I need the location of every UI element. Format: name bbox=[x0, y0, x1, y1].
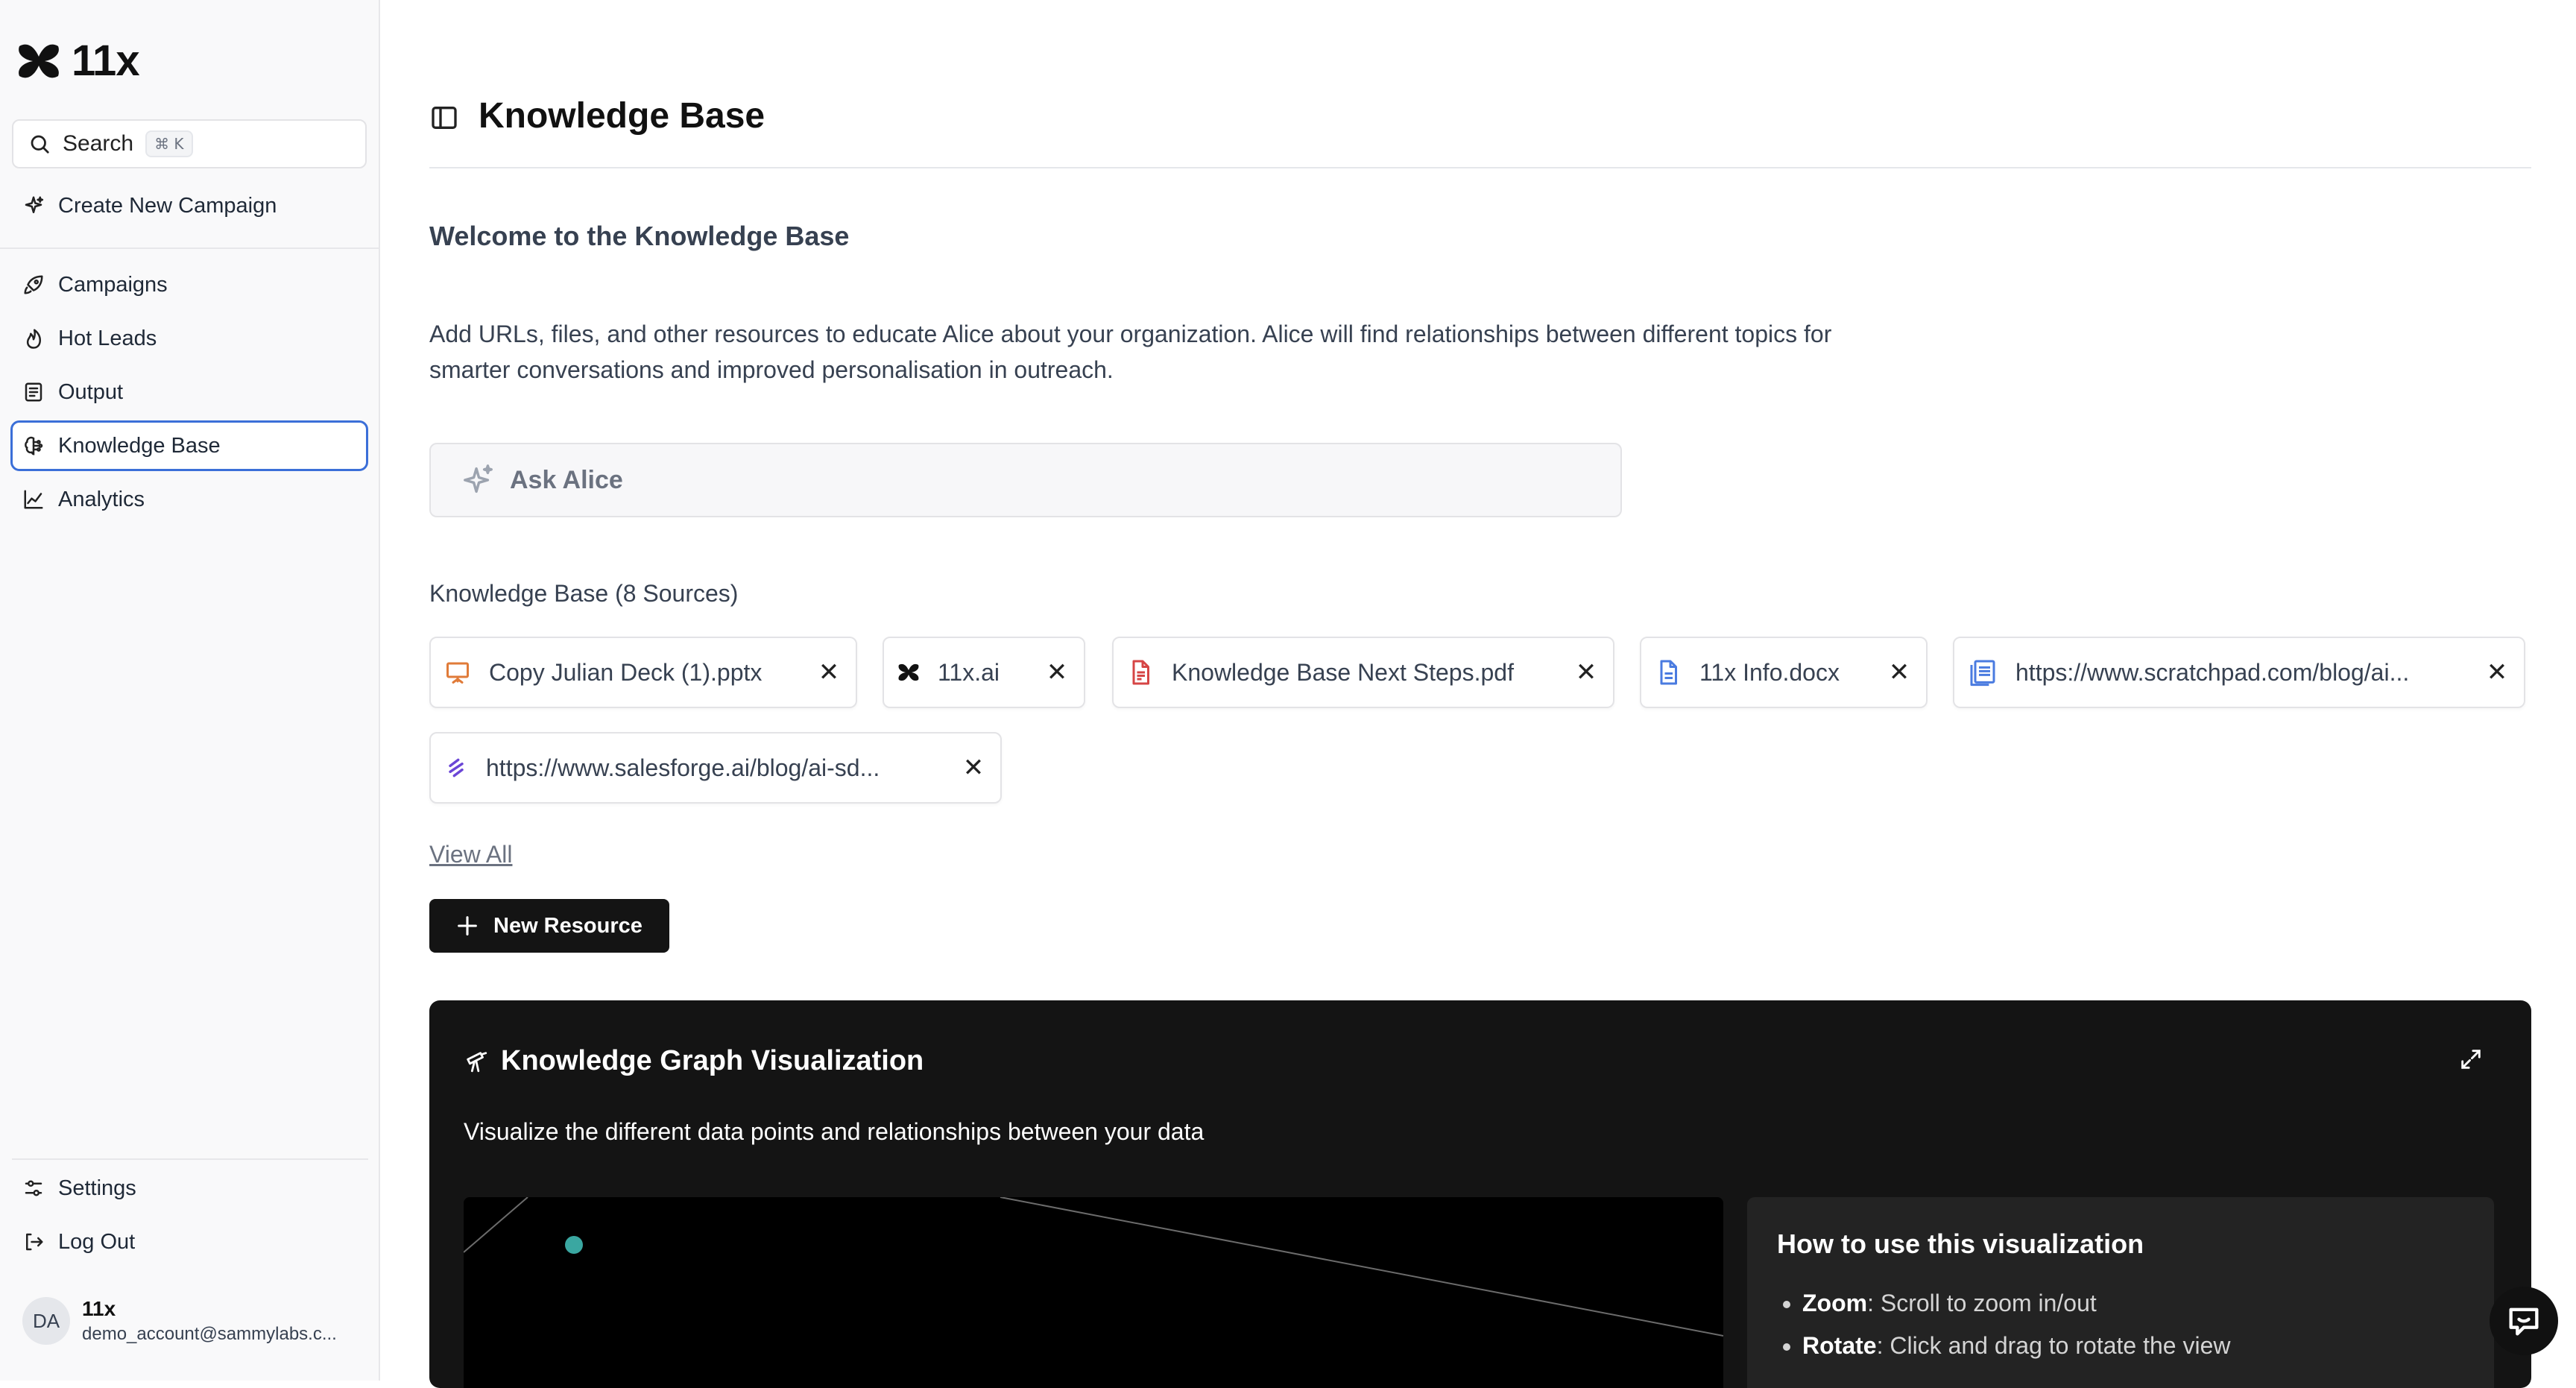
search-label: Search bbox=[63, 131, 134, 156]
howto-title: How to use this visualization bbox=[1777, 1228, 2144, 1259]
source-chip[interactable]: Knowledge Base Next Steps.pdf ✕ bbox=[1112, 637, 1614, 708]
sidebar-item-analytics[interactable]: Analytics bbox=[10, 474, 368, 525]
tip-text: : Click and drag to rotate the view bbox=[1876, 1332, 2231, 1359]
sparkle-icon bbox=[22, 195, 45, 217]
user-profile[interactable]: DA 11x demo_account@sammylabs.c... bbox=[22, 1297, 337, 1345]
avatar: DA bbox=[22, 1297, 70, 1345]
telescope-icon bbox=[464, 1049, 489, 1074]
settings-button[interactable]: Settings bbox=[10, 1163, 368, 1214]
source-chip[interactable]: 11x Info.docx ✕ bbox=[1640, 637, 1928, 708]
tip-term: Zoom bbox=[1802, 1290, 1868, 1316]
search-shortcut: ⌘ K bbox=[145, 130, 193, 157]
ask-alice-placeholder: Ask Alice bbox=[510, 465, 623, 494]
graph-header: Knowledge Graph Visualization bbox=[464, 1045, 924, 1077]
brain-icon bbox=[22, 435, 45, 457]
chart-icon bbox=[22, 488, 45, 511]
tip-text: : Scroll to zoom in/out bbox=[1867, 1290, 2097, 1316]
close-icon[interactable]: ✕ bbox=[1571, 660, 1601, 685]
pdf-icon bbox=[1127, 659, 1154, 686]
page-header: Knowledge Base bbox=[429, 89, 2531, 168]
graph-canvas[interactable] bbox=[464, 1197, 1723, 1388]
source-chip-label: Copy Julian Deck (1).pptx bbox=[489, 658, 763, 686]
expand-icon[interactable] bbox=[2458, 1047, 2484, 1072]
logout-label: Log Out bbox=[58, 1229, 136, 1254]
sidebar: 11x Search ⌘ K Create New Campaign Campa… bbox=[0, 0, 380, 1381]
sidebar-item-label: Analytics bbox=[58, 487, 145, 511]
search-input[interactable]: Search ⌘ K bbox=[12, 119, 367, 168]
close-icon[interactable]: ✕ bbox=[959, 755, 988, 780]
sidebar-item-hot-leads[interactable]: Hot Leads bbox=[10, 313, 368, 364]
sources-count: Knowledge Base (8 Sources) bbox=[429, 580, 739, 607]
logo[interactable]: 11x bbox=[16, 36, 140, 86]
search-icon bbox=[28, 133, 51, 155]
close-icon[interactable]: ✕ bbox=[1884, 660, 1914, 685]
sidebar-item-output[interactable]: Output bbox=[10, 367, 368, 417]
presentation-icon bbox=[444, 659, 471, 686]
new-resource-label: New Resource bbox=[493, 913, 643, 938]
user-name: 11x bbox=[82, 1297, 116, 1320]
source-chip-label: 11x Info.docx bbox=[1699, 658, 1840, 686]
view-all-link[interactable]: View All bbox=[429, 841, 512, 868]
logout-icon bbox=[22, 1231, 45, 1253]
source-chip[interactable]: Copy Julian Deck (1).pptx ✕ bbox=[429, 637, 857, 708]
source-chip[interactable]: https://www.salesforge.ai/blog/ai-sd... … bbox=[429, 732, 1002, 804]
graph-edge bbox=[464, 1197, 528, 1253]
flame-icon bbox=[22, 327, 45, 350]
rocket-icon bbox=[22, 274, 45, 296]
web-page-icon bbox=[1968, 657, 1998, 687]
logo-text: 11x bbox=[72, 37, 140, 85]
welcome-heading: Welcome to the Knowledge Base bbox=[429, 221, 850, 251]
graph-edge bbox=[1000, 1197, 1723, 1337]
sparkle-icon bbox=[461, 463, 495, 497]
howto-tip: Rotate: Click and drag to rotate the vie… bbox=[1802, 1332, 2464, 1360]
create-campaign-label: Create New Campaign bbox=[58, 193, 277, 218]
sidebar-bottom-divider bbox=[12, 1158, 368, 1160]
graph-title: Knowledge Graph Visualization bbox=[501, 1045, 924, 1076]
create-campaign-button[interactable]: Create New Campaign bbox=[10, 180, 368, 231]
user-email: demo_account@sammylabs.c... bbox=[82, 1324, 337, 1344]
source-chip-label: Knowledge Base Next Steps.pdf bbox=[1172, 658, 1514, 686]
page-title: Knowledge Base bbox=[479, 96, 765, 136]
source-chip[interactable]: https://www.scratchpad.com/blog/ai... ✕ bbox=[1953, 637, 2525, 708]
sidebar-divider bbox=[0, 247, 380, 249]
graph-node bbox=[565, 1236, 583, 1254]
source-chip-label: https://www.scratchpad.com/blog/ai... bbox=[2015, 658, 2410, 686]
sidebar-item-label: Knowledge Base bbox=[58, 433, 221, 458]
ask-alice-input[interactable]: Ask Alice bbox=[429, 443, 1622, 517]
sidebar-item-label: Campaigns bbox=[58, 272, 168, 297]
sidebar-item-label: Hot Leads bbox=[58, 326, 157, 350]
list-icon bbox=[22, 381, 45, 403]
knowledge-graph-panel: Knowledge Graph Visualization Visualize … bbox=[429, 1000, 2531, 1388]
sidebar-toggle-icon[interactable] bbox=[429, 103, 459, 133]
close-icon[interactable]: ✕ bbox=[814, 660, 844, 685]
salesforge-icon bbox=[444, 756, 468, 780]
logout-button[interactable]: Log Out bbox=[10, 1217, 368, 1267]
howto-list: Zoom: Scroll to zoom in/out Rotate: Clic… bbox=[1777, 1290, 2464, 1360]
plus-icon bbox=[455, 913, 480, 939]
chat-button[interactable] bbox=[2490, 1287, 2558, 1355]
graph-description: Visualize the different data points and … bbox=[464, 1118, 1205, 1145]
howto-panel: How to use this visualization Zoom: Scro… bbox=[1747, 1197, 2494, 1388]
new-resource-button[interactable]: New Resource bbox=[429, 899, 669, 953]
close-icon[interactable]: ✕ bbox=[2482, 660, 2512, 685]
source-chip-label: 11x.ai bbox=[938, 658, 1000, 686]
chat-icon bbox=[2504, 1302, 2543, 1340]
howto-tip: Zoom: Scroll to zoom in/out bbox=[1802, 1290, 2464, 1317]
11x-logo-icon bbox=[897, 663, 920, 682]
sidebar-item-knowledge-base[interactable]: Knowledge Base bbox=[10, 420, 368, 471]
source-chip-label: https://www.salesforge.ai/blog/ai-sd... bbox=[486, 754, 880, 781]
close-icon[interactable]: ✕ bbox=[1042, 660, 1072, 685]
doc-icon bbox=[1655, 659, 1682, 686]
sidebar-item-label: Output bbox=[58, 379, 124, 404]
source-chip[interactable]: 11x.ai ✕ bbox=[883, 637, 1085, 708]
page-description: Add URLs, files, and other resources to … bbox=[429, 321, 1832, 383]
sliders-icon bbox=[22, 1177, 45, 1199]
sidebar-item-campaigns[interactable]: Campaigns bbox=[10, 259, 368, 310]
settings-label: Settings bbox=[58, 1176, 136, 1200]
tip-term: Rotate bbox=[1802, 1332, 1877, 1359]
11x-logo-icon bbox=[16, 42, 61, 81]
